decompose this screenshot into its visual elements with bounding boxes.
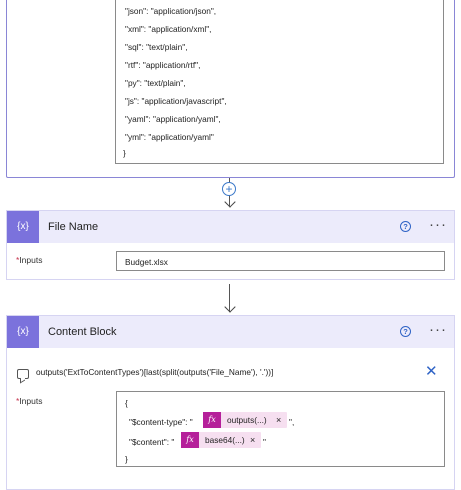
json-line: "json": "application/json", — [125, 6, 217, 16]
close-icon[interactable]: ✕ — [425, 362, 438, 380]
expression-text[interactable]: outputs('ExtToContentTypes')[last(split(… — [36, 367, 273, 377]
file-name-card: {x} File Name ? ··· *Inputs Budget.xlsx — [6, 210, 455, 280]
help-icon[interactable]: ? — [400, 326, 411, 337]
json-line: "js": "application/javascript", — [125, 96, 227, 106]
json-line: "py": "text/plain", — [125, 78, 186, 88]
base64-token[interactable]: fx base64(...) × — [181, 432, 261, 448]
json-input-box[interactable]: "json": "application/json", "xml": "appl… — [115, 0, 444, 164]
card-title: Content Block — [48, 326, 117, 338]
json-line: "yaml": "application/yaml", — [125, 114, 221, 124]
file-name-value: Budget.xlsx — [125, 257, 168, 267]
function-icon: fx — [181, 432, 199, 448]
token-label: base64(...) — [205, 435, 245, 445]
variable-icon: {x} — [7, 316, 39, 348]
insert-step-button[interactable]: + — [222, 182, 236, 196]
inputs-label-text: Inputs — [19, 255, 43, 265]
more-options-icon[interactable]: ··· — [429, 321, 447, 338]
content-suffix: " — [263, 437, 266, 447]
json-line: "yml": "application/yaml" — [125, 132, 214, 142]
content-type-key: "$content-type": " — [129, 417, 193, 427]
help-icon[interactable]: ? — [400, 221, 411, 232]
remove-token-icon[interactable]: × — [276, 412, 281, 428]
token-label: outputs(...) — [227, 415, 267, 425]
content-block-card: {x} Content Block ? ··· outputs('ExtToCo… — [6, 315, 455, 490]
function-icon: fx — [203, 412, 221, 428]
json-line: "xml": "application/xml", — [125, 24, 212, 34]
more-options-icon[interactable]: ··· — [429, 216, 447, 233]
content-key: "$content": " — [129, 437, 175, 447]
content-type-suffix: ", — [289, 417, 295, 427]
json-close-brace: } — [123, 148, 126, 158]
content-block-card-header[interactable]: {x} Content Block ? ··· — [7, 316, 454, 348]
card-title: File Name — [48, 221, 99, 233]
open-brace: { — [125, 398, 128, 408]
connector-arrow — [224, 196, 236, 208]
file-name-card-header[interactable]: {x} File Name ? ··· — [7, 211, 454, 243]
json-line: "rtf": "application/rtf", — [125, 60, 201, 70]
variable-icon: {x} — [7, 211, 39, 243]
remove-token-icon[interactable]: × — [250, 432, 255, 448]
outputs-token[interactable]: fx outputs(...) × — [203, 412, 287, 428]
file-name-input[interactable]: Budget.xlsx — [116, 251, 445, 271]
json-line: "sql": "text/plain", — [125, 42, 188, 52]
close-brace: } — [125, 454, 128, 464]
inputs-label: *Inputs — [16, 255, 42, 265]
connector-arrow — [224, 301, 236, 313]
content-block-input[interactable]: { "$content-type": " fx outputs(...) × "… — [116, 391, 445, 467]
inputs-label: *Inputs — [16, 396, 42, 406]
expression-comment-icon — [17, 369, 29, 379]
inputs-label-text: Inputs — [19, 396, 43, 406]
